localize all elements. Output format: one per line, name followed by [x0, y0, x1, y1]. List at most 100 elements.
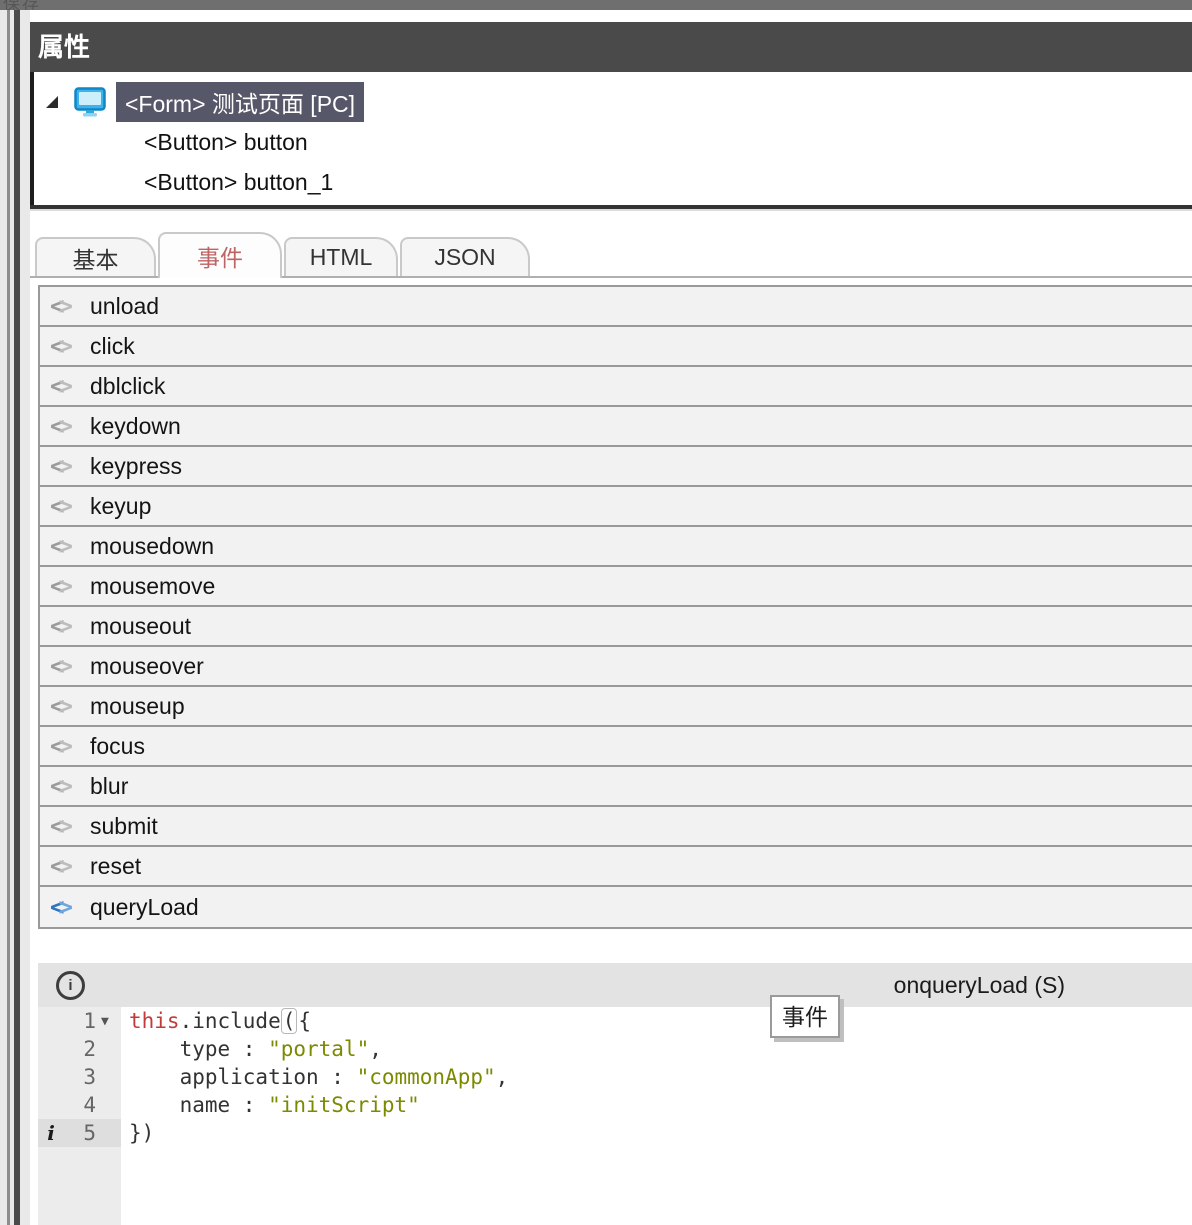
- tab-json[interactable]: JSON: [400, 237, 530, 276]
- event-row-dblclick[interactable]: <> dblclick: [40, 367, 1192, 407]
- toolbar-strip: 保存: [0, 0, 1192, 10]
- tab-label: 基本: [73, 241, 119, 275]
- event-row-mouseup[interactable]: <> mouseup: [40, 687, 1192, 727]
- tooltip: 事件: [770, 995, 840, 1038]
- code-segment: "portal": [268, 1037, 369, 1061]
- tooltip-text: 事件: [782, 1004, 828, 1030]
- event-list: <> unload <> click <> dblclick <> keydow…: [38, 285, 1192, 929]
- event-row-click[interactable]: <> click: [40, 327, 1192, 367]
- code-text: application : "commonApp",: [121, 1065, 508, 1089]
- code-segment: ,: [369, 1037, 382, 1061]
- partial-toolbar-text: 保存: [3, 0, 41, 10]
- code-text: name : "initScript": [121, 1093, 420, 1117]
- event-row-keydown[interactable]: <> keydown: [40, 407, 1192, 447]
- event-name: mouseout: [90, 613, 191, 640]
- tab-label: 事件: [197, 239, 243, 273]
- event-row-submit[interactable]: <> submit: [40, 807, 1192, 847]
- event-row-unload[interactable]: <> unload: [40, 287, 1192, 327]
- tab-label: HTML: [310, 244, 373, 271]
- code-brackets-icon: <>: [50, 614, 86, 638]
- tab-basic[interactable]: 基本: [35, 237, 156, 276]
- fold-arrow-icon[interactable]: ▼: [101, 1014, 121, 1029]
- event-name: reset: [90, 853, 141, 880]
- code-text: type : "portal",: [121, 1037, 382, 1061]
- code-brackets-icon: <>: [50, 814, 86, 838]
- code-brackets-icon: <>: [50, 574, 86, 598]
- line-gutter: 1 ▼: [38, 1007, 121, 1035]
- code-brackets-icon: <>: [50, 414, 86, 438]
- code-segment: this: [129, 1009, 180, 1033]
- tree-item-label: <Button> button: [144, 126, 308, 159]
- expander-icon[interactable]: [46, 96, 58, 108]
- event-row-keypress[interactable]: <> keypress: [40, 447, 1192, 487]
- code-brackets-icon: <>: [50, 654, 86, 678]
- editor-header: i onqueryLoad (S): [38, 963, 1192, 1007]
- editor-handler-title: onqueryLoad (S): [894, 963, 1065, 1007]
- event-row-mouseout[interactable]: <> mouseout: [40, 607, 1192, 647]
- tab-html[interactable]: HTML: [284, 237, 398, 276]
- event-row-focus[interactable]: <> focus: [40, 727, 1192, 767]
- line-gutter: 4: [38, 1091, 121, 1119]
- splitter-stripe: [7, 10, 10, 1225]
- event-row-reset[interactable]: <> reset: [40, 847, 1192, 887]
- code-segment: ,: [496, 1065, 509, 1089]
- event-name: unload: [90, 293, 159, 320]
- line-info-icon: i: [43, 1121, 59, 1145]
- event-name: keyup: [90, 493, 151, 520]
- event-name: keypress: [90, 453, 182, 480]
- code-brackets-icon: <>: [50, 774, 86, 798]
- code-segment: "initScript": [268, 1093, 420, 1117]
- tab-label: JSON: [434, 244, 495, 271]
- line-number: 3: [59, 1065, 101, 1089]
- event-row-queryload[interactable]: <> queryLoad: [40, 887, 1192, 927]
- event-row-mousemove[interactable]: <> mousemove: [40, 567, 1192, 607]
- code-line-1: 1 ▼ this.include({: [38, 1007, 1192, 1035]
- line-number: 4: [59, 1093, 101, 1117]
- event-name: mousemove: [90, 573, 215, 600]
- info-icon[interactable]: i: [56, 971, 85, 1000]
- line-number: 5: [59, 1121, 101, 1145]
- event-name: mouseover: [90, 653, 204, 680]
- app-screen: 保存 属性 <Form> 测试页面 [PC] <Button> button <…: [0, 0, 1192, 1225]
- line-gutter: 2: [38, 1035, 121, 1063]
- code-line-4: 4 name : "initScript": [38, 1091, 1192, 1119]
- code-line-2: 2 type : "portal",: [38, 1035, 1192, 1063]
- code-segment: "commonApp": [357, 1065, 496, 1089]
- code-segment: {: [298, 1009, 311, 1033]
- event-name: keydown: [90, 413, 181, 440]
- line-number: 1: [59, 1009, 101, 1033]
- tab-bar: 基本 事件 HTML JSON: [30, 219, 1192, 278]
- tree-item-label: <Button> button_1: [144, 166, 333, 199]
- code-segment: name :: [129, 1093, 268, 1117]
- tree-item-form[interactable]: <Form> 测试页面 [PC]: [34, 82, 1192, 122]
- code-segment: (: [281, 1008, 298, 1034]
- code-brackets-icon: <>: [50, 374, 86, 398]
- event-name: submit: [90, 813, 158, 840]
- code-segment: }): [129, 1121, 154, 1145]
- code-brackets-icon: <>: [50, 294, 86, 318]
- event-name: dblclick: [90, 373, 165, 400]
- tree-item-button-1[interactable]: <Button> button_1: [34, 162, 1192, 202]
- event-name: queryLoad: [90, 894, 199, 921]
- monitor-icon: [74, 87, 106, 117]
- event-name: mouseup: [90, 693, 185, 720]
- event-row-mousedown[interactable]: <> mousedown: [40, 527, 1192, 567]
- code-brackets-icon: <>: [50, 494, 86, 518]
- tree-item-button[interactable]: <Button> button: [34, 122, 1192, 162]
- code-editor-panel: i onqueryLoad (S) 1 ▼ this.include({ 2 t…: [38, 961, 1192, 1225]
- event-name: mousedown: [90, 533, 214, 560]
- event-name: blur: [90, 773, 128, 800]
- panel-splitter[interactable]: [0, 10, 30, 1225]
- line-gutter: i 5: [38, 1119, 121, 1147]
- code-line-3: 3 application : "commonApp",: [38, 1063, 1192, 1091]
- event-row-keyup[interactable]: <> keyup: [40, 487, 1192, 527]
- code-line-5: i 5 }): [38, 1119, 1192, 1147]
- event-name: click: [90, 333, 135, 360]
- code-brackets-icon: <>: [50, 734, 86, 758]
- code-editor[interactable]: 1 ▼ this.include({ 2 type : "portal", 3 …: [38, 1007, 1192, 1225]
- code-brackets-icon: <>: [50, 454, 86, 478]
- tab-events[interactable]: 事件: [158, 232, 282, 278]
- event-row-blur[interactable]: <> blur: [40, 767, 1192, 807]
- code-text: }): [121, 1121, 154, 1145]
- event-row-mouseover[interactable]: <> mouseover: [40, 647, 1192, 687]
